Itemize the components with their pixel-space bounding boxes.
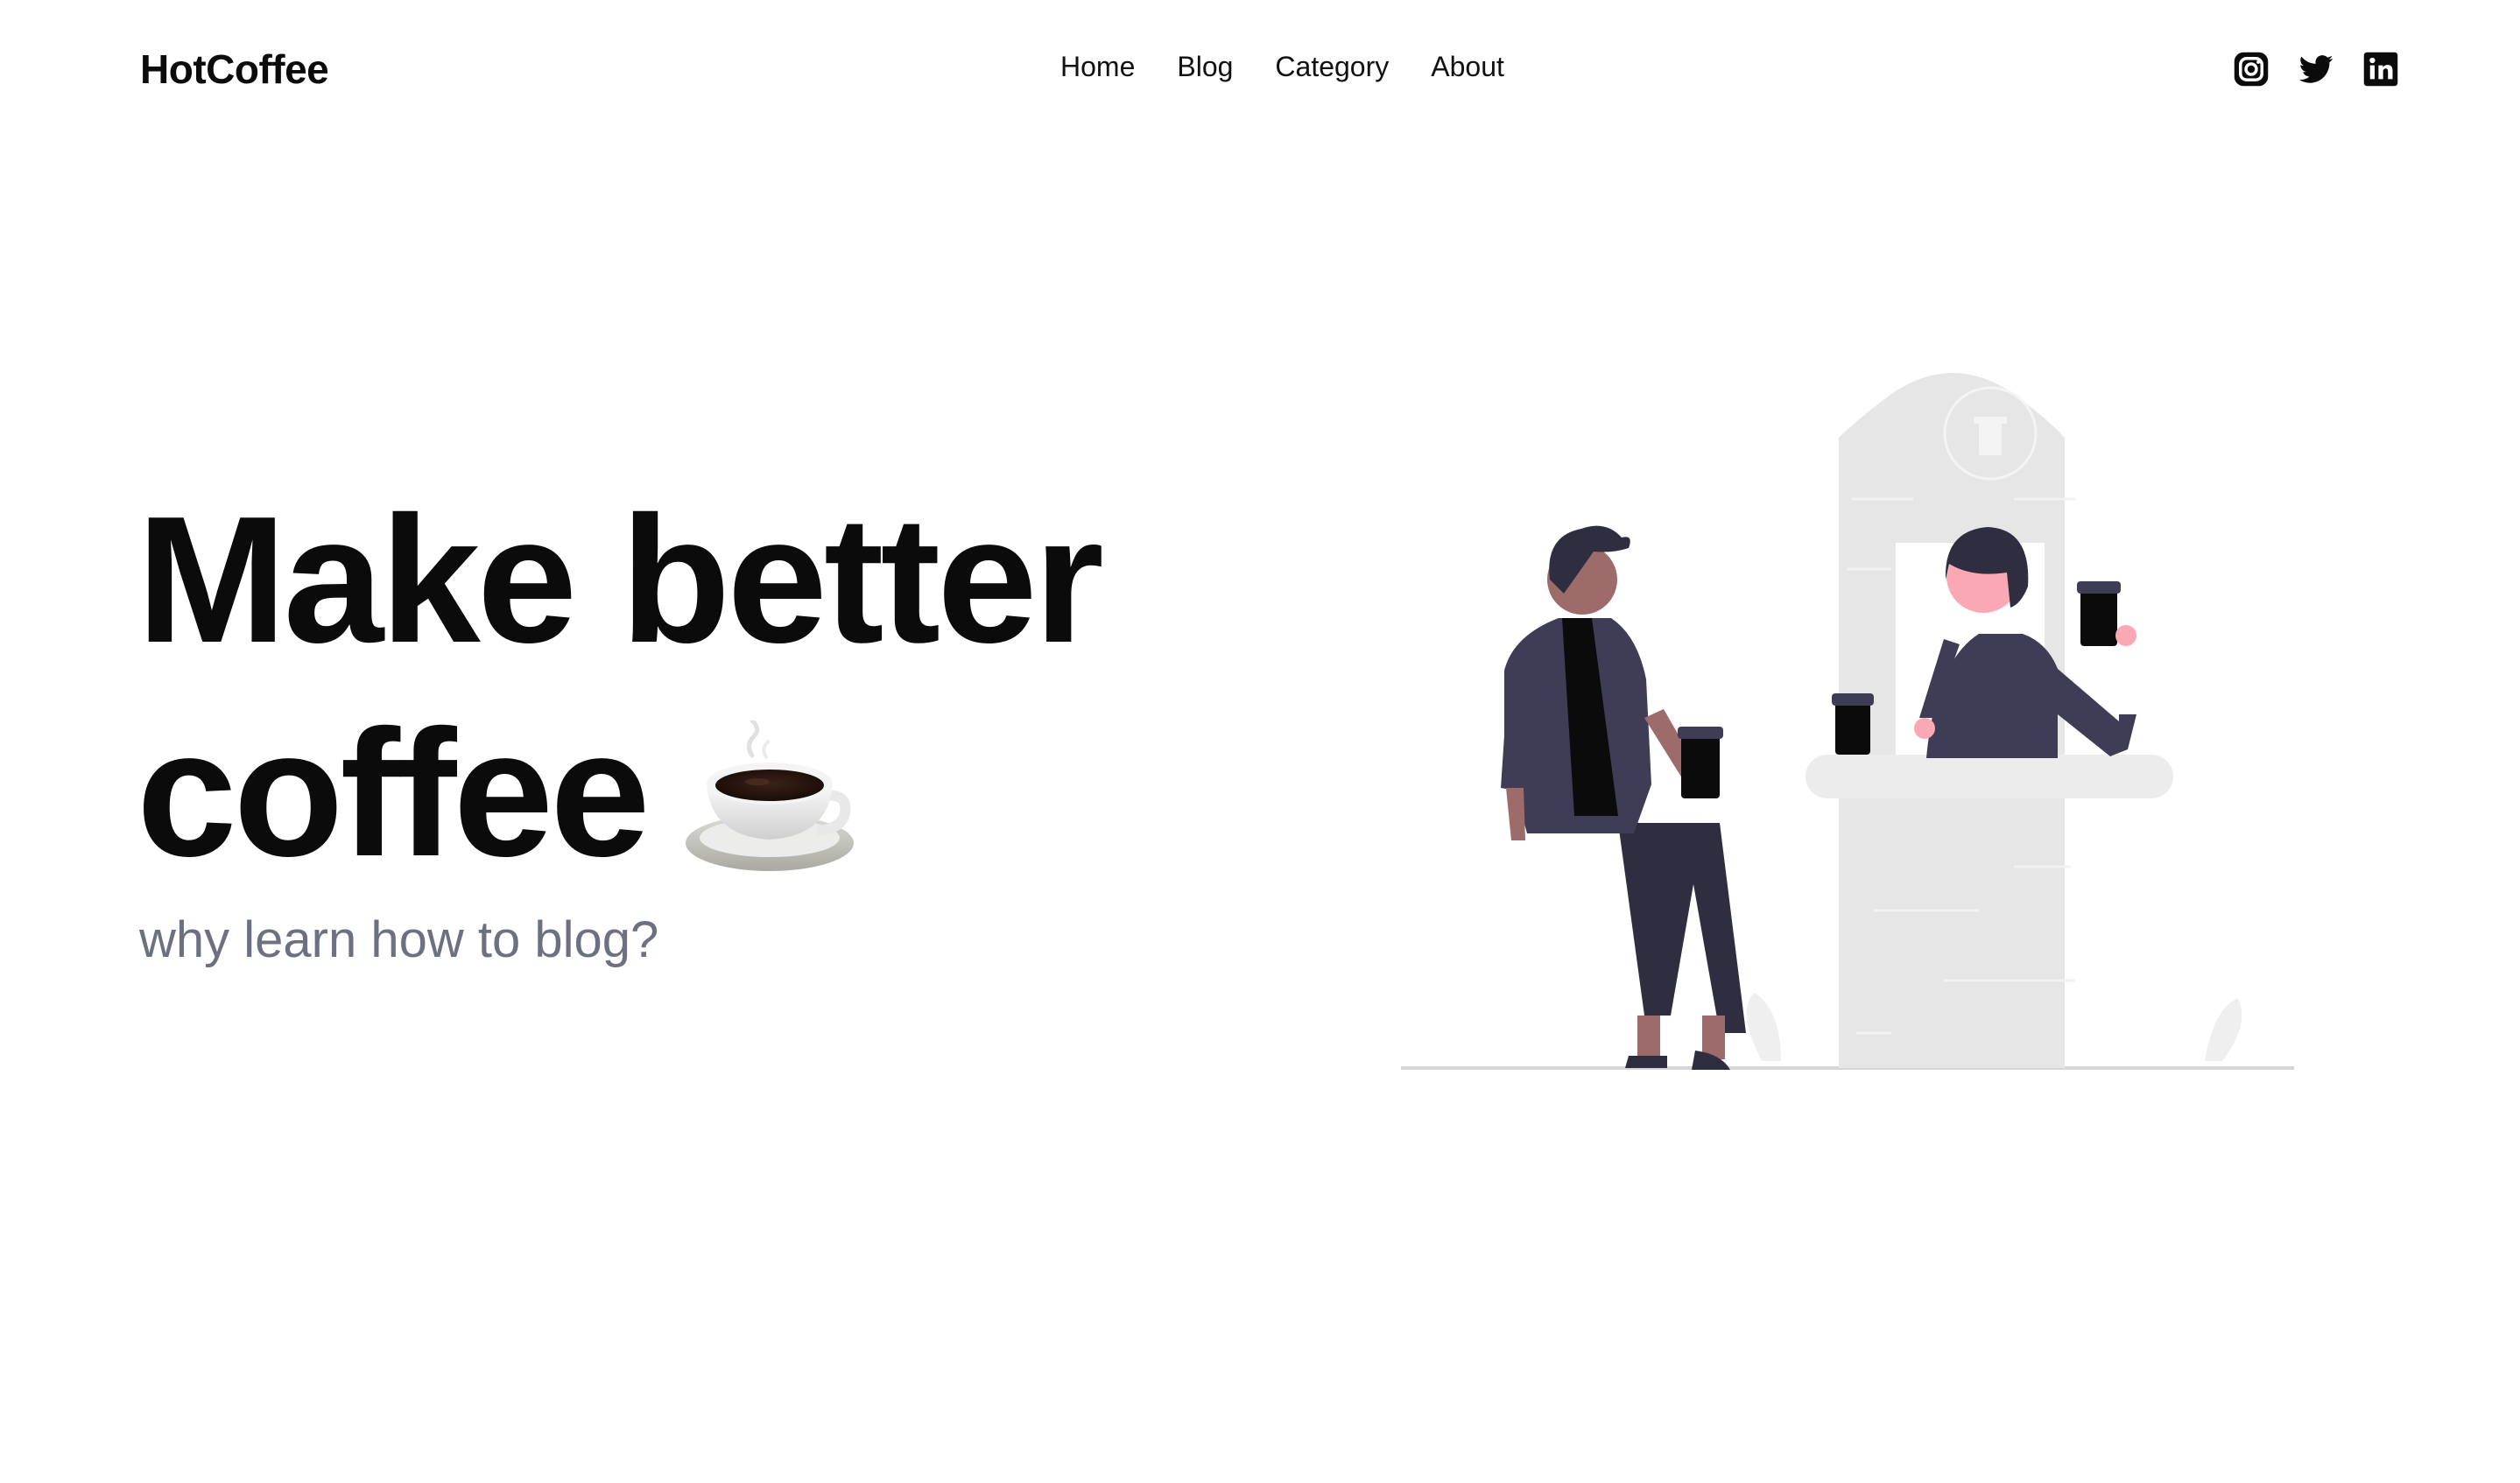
- instagram-icon: [2234, 52, 2269, 87]
- instagram-link[interactable]: [2233, 51, 2270, 88]
- hero-title-line1: Make better: [137, 479, 1104, 680]
- main-nav: Home Blog Category About: [1060, 51, 1504, 83]
- hero-title-line2: coffee: [137, 686, 1187, 900]
- plant-right: [2205, 998, 2242, 1061]
- coffee-shop-illustration: [1401, 373, 2294, 1070]
- nav-about-link[interactable]: About: [1431, 51, 1504, 83]
- plant-left: [1746, 993, 1781, 1061]
- nav-blog-link[interactable]: Blog: [1177, 51, 1233, 83]
- hero-title: Make better coffee: [137, 473, 1187, 900]
- social-links: [2233, 51, 2399, 88]
- linkedin-link[interactable]: [2362, 51, 2399, 88]
- page: HotCoffee Home Blog Category About Make …: [0, 0, 2520, 1483]
- coffee-cup-icon: [685, 720, 854, 871]
- twitter-icon: [2298, 55, 2333, 83]
- nav-home-link[interactable]: Home: [1060, 51, 1135, 83]
- linkedin-icon: [2363, 52, 2398, 87]
- customer-figure: [1501, 525, 1746, 1070]
- hero-title-word: coffee: [137, 692, 651, 894]
- nav-category-link[interactable]: Category: [1275, 51, 1389, 83]
- twitter-link[interactable]: [2298, 51, 2334, 88]
- brand-logo[interactable]: HotCoffee: [140, 46, 329, 93]
- site-header: HotCoffee Home Blog Category About: [0, 0, 2520, 140]
- hero-subtitle: why learn how to blog?: [139, 911, 659, 968]
